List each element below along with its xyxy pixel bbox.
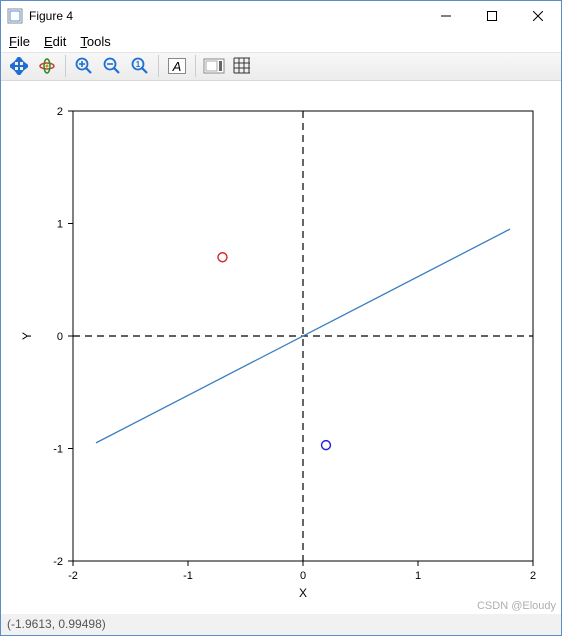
svg-text:1: 1	[136, 60, 141, 69]
colorbar-button[interactable]	[200, 53, 228, 79]
window-icon	[7, 8, 23, 24]
statusbar: (-1.9613, 0.99498)	[1, 614, 561, 635]
chart: -2 -1 0 1 2 -2 -1 0 1 2 X Y	[1, 81, 561, 609]
zoom-out-button[interactable]	[98, 53, 126, 79]
rotate3d-button[interactable]	[33, 53, 61, 79]
zoom-out-icon	[103, 57, 121, 75]
zoom-reset-button[interactable]: 1	[126, 53, 154, 79]
svg-text:Y: Y	[20, 332, 34, 340]
close-button[interactable]	[515, 1, 561, 31]
coords-readout: (-1.9613, 0.99498)	[7, 617, 106, 631]
pan-icon	[10, 57, 28, 75]
figure-area[interactable]: -2 -1 0 1 2 -2 -1 0 1 2 X Y	[1, 81, 561, 614]
zoom-in-icon	[75, 57, 93, 75]
svg-text:-1: -1	[183, 570, 193, 582]
menu-file[interactable]: File	[9, 34, 30, 49]
svg-text:2: 2	[57, 106, 63, 118]
zoom-in-button[interactable]	[70, 53, 98, 79]
pan-button[interactable]	[5, 53, 33, 79]
svg-text:0: 0	[57, 331, 63, 343]
zoom-reset-icon: 1	[131, 57, 149, 75]
window-title: Figure 4	[29, 9, 73, 23]
svg-text:1: 1	[57, 218, 63, 230]
watermark: CSDN @Eloudy	[477, 600, 556, 612]
toolbar: 1 A	[1, 52, 561, 81]
svg-text:-2: -2	[53, 556, 63, 568]
text-icon: A	[167, 57, 187, 75]
svg-text:-1: -1	[53, 443, 63, 455]
svg-text:A: A	[172, 59, 182, 74]
svg-text:1: 1	[415, 570, 421, 582]
rotate3d-icon	[38, 57, 56, 75]
menu-tools[interactable]: Tools	[80, 34, 110, 49]
menu-edit[interactable]: Edit	[44, 34, 66, 49]
svg-text:0: 0	[300, 570, 306, 582]
maximize-button[interactable]	[469, 1, 515, 31]
titlebar: Figure 4	[1, 1, 561, 31]
svg-text:2: 2	[530, 570, 536, 582]
grid-button[interactable]	[228, 53, 256, 79]
grid-icon	[233, 57, 251, 75]
svg-text:X: X	[299, 586, 307, 600]
text-button[interactable]: A	[163, 53, 191, 79]
minimize-button[interactable]	[423, 1, 469, 31]
colorbar-icon	[203, 58, 225, 74]
svg-text:-2: -2	[68, 570, 78, 582]
menubar: File Edit Tools	[1, 31, 561, 52]
